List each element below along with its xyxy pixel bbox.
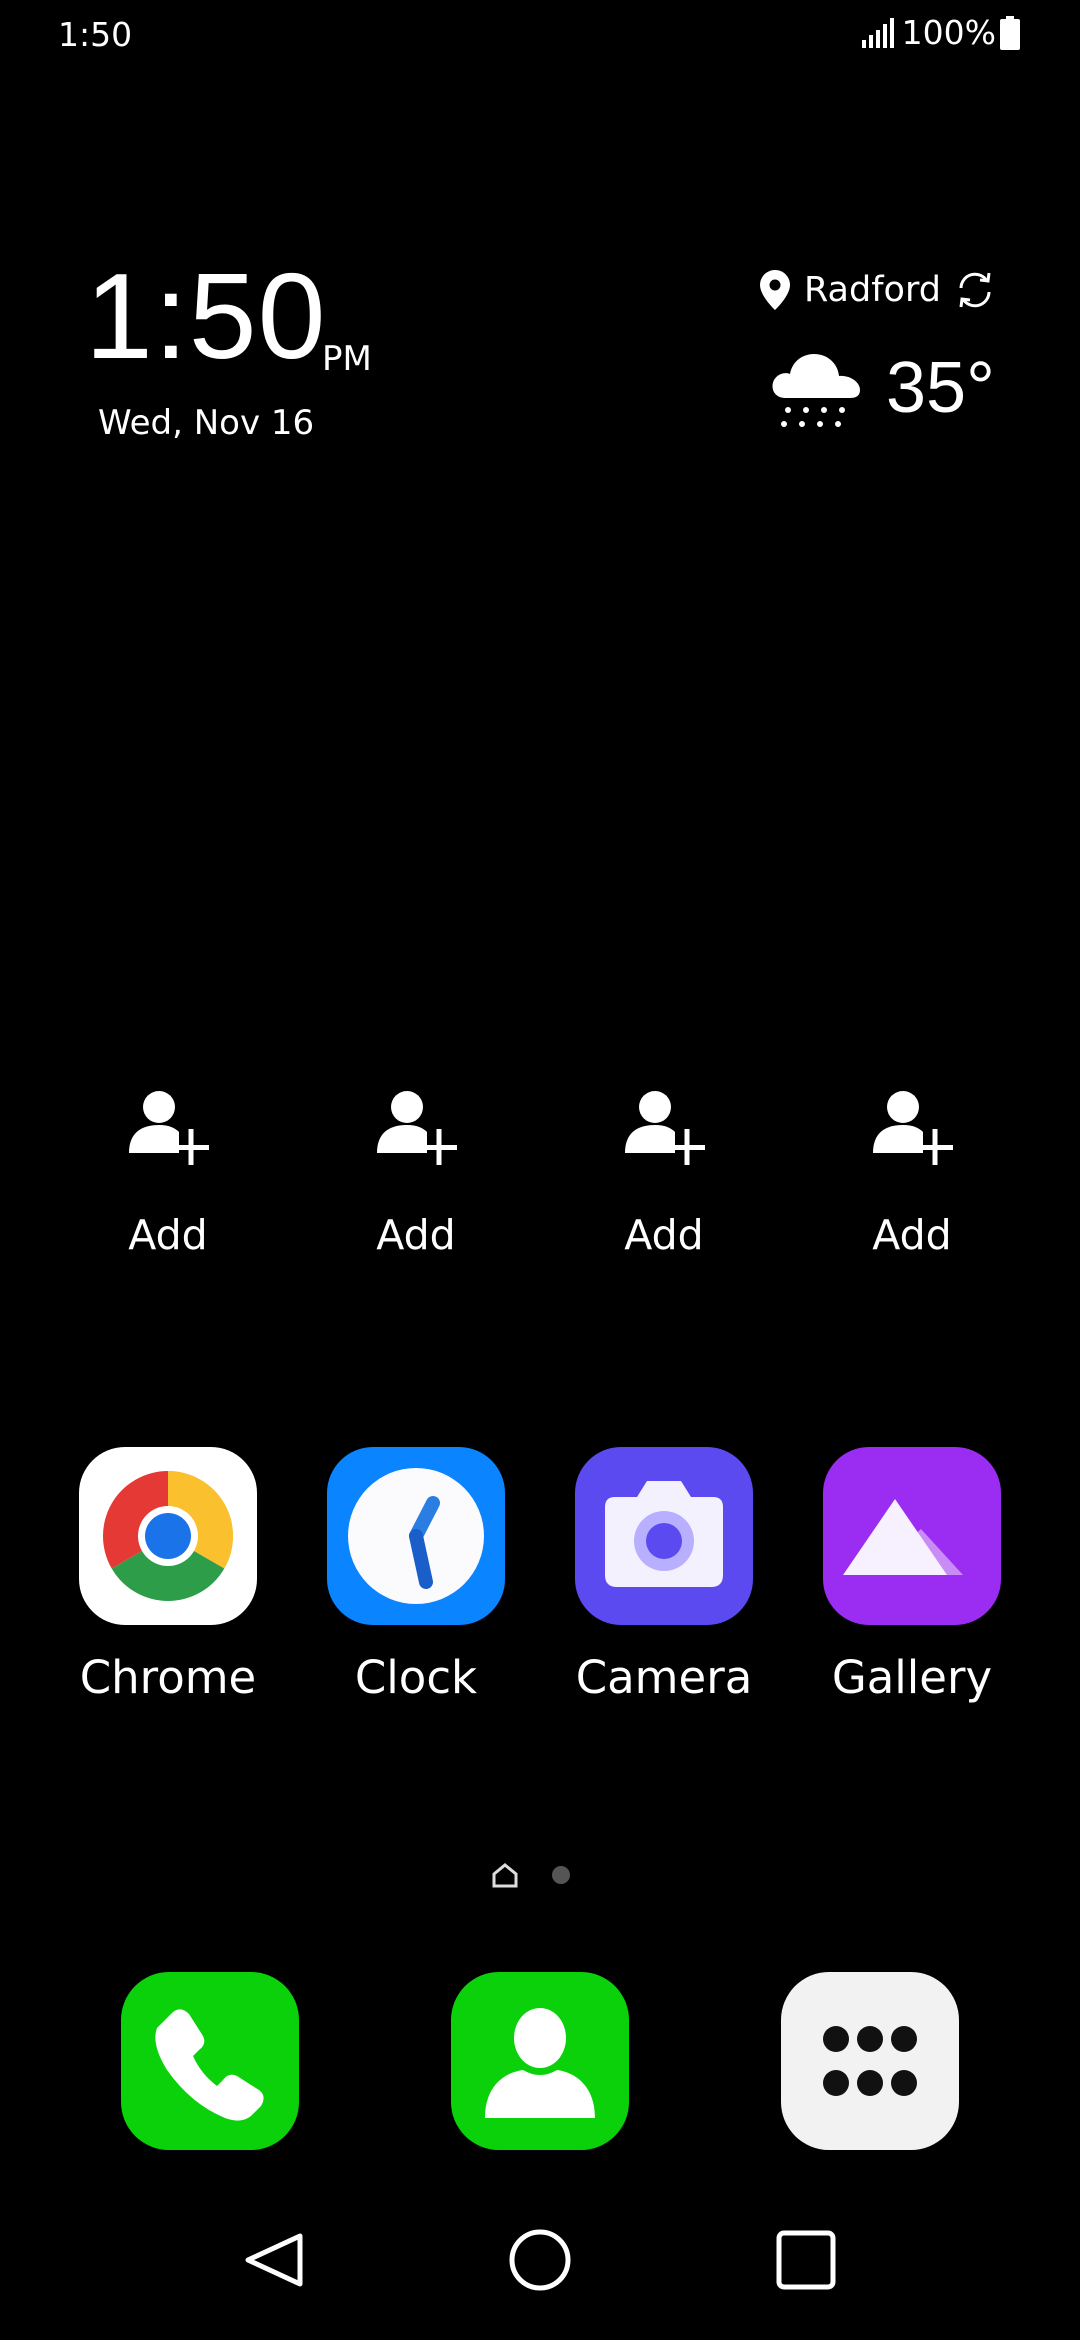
signal-icon (861, 17, 894, 48)
clock-widget[interactable]: 1:50 PM Wed, Nov 16 (85, 255, 405, 455)
app-gallery-label: Gallery (831, 1651, 993, 1704)
status-time: 1:50 (58, 15, 133, 54)
gallery-icon (823, 1447, 1001, 1625)
battery-percent: 100% (901, 13, 996, 52)
home-page-icon (492, 1863, 518, 1888)
add-contact-shortcut[interactable]: Add (574, 1085, 754, 1259)
add-contact-shortcut[interactable]: Add (326, 1085, 506, 1259)
add-contact-icon (377, 1091, 457, 1165)
snow-cloud-icon (772, 354, 860, 427)
camera-icon (575, 1447, 753, 1625)
add-contact-label: Add (872, 1211, 952, 1259)
refresh-icon[interactable] (955, 270, 995, 310)
app-clock-label: Clock (354, 1651, 478, 1704)
app-chrome[interactable]: Chrome (58, 1447, 278, 1704)
status-bar: 1:50 100% (0, 0, 1080, 70)
app-camera-label: Camera (575, 1651, 753, 1704)
home-app-row: Chrome Clock Camera Gallery (0, 1447, 1080, 1707)
navigation-bar (0, 2220, 1080, 2300)
add-contact-icon (625, 1091, 705, 1165)
phone-icon (155, 2009, 264, 2121)
add-contact-icon (129, 1091, 209, 1165)
add-contact-label: Add (128, 1211, 208, 1259)
phone-app[interactable] (121, 1972, 299, 2150)
app-chrome-label: Chrome (79, 1651, 257, 1704)
add-contact-label: Add (624, 1211, 704, 1259)
add-contact-shortcut[interactable]: Add (822, 1085, 1002, 1259)
clock-ampm: PM (322, 339, 372, 379)
back-icon[interactable] (234, 2220, 314, 2300)
clock-date: Wed, Nov 16 (98, 403, 315, 443)
home-icon[interactable] (500, 2220, 580, 2300)
weather-location-row: Radford (760, 270, 995, 310)
clock-time: 1:50 (85, 248, 327, 384)
add-contact-shortcut[interactable]: Add (78, 1085, 258, 1259)
page-dot (552, 1866, 570, 1884)
battery-icon (1000, 15, 1020, 50)
recents-icon[interactable] (766, 2220, 846, 2300)
location-pin-icon (760, 270, 790, 310)
dock (0, 1972, 1080, 2152)
contacts-app[interactable] (451, 1972, 629, 2150)
clock-icon (327, 1447, 505, 1625)
chrome-icon (79, 1447, 257, 1625)
weather-location: Radford (804, 270, 941, 310)
app-camera[interactable]: Camera (554, 1447, 774, 1704)
contact-shortcuts: Add Add Add Add (0, 1085, 1080, 1285)
status-icons: 100% (861, 13, 1020, 52)
app-drawer[interactable] (781, 1972, 959, 2150)
weather-temperature: 35° (886, 348, 995, 428)
weather-current: 35° (766, 340, 995, 436)
app-drawer-icon (823, 2026, 917, 2096)
app-clock[interactable]: Clock (306, 1447, 526, 1704)
add-contact-icon (873, 1091, 953, 1165)
weather-widget[interactable]: Radford 35° (760, 262, 1020, 442)
page-indicator[interactable] (492, 1862, 570, 1888)
contacts-icon (485, 2008, 595, 2118)
app-gallery[interactable]: Gallery (802, 1447, 1022, 1704)
add-contact-label: Add (376, 1211, 456, 1259)
